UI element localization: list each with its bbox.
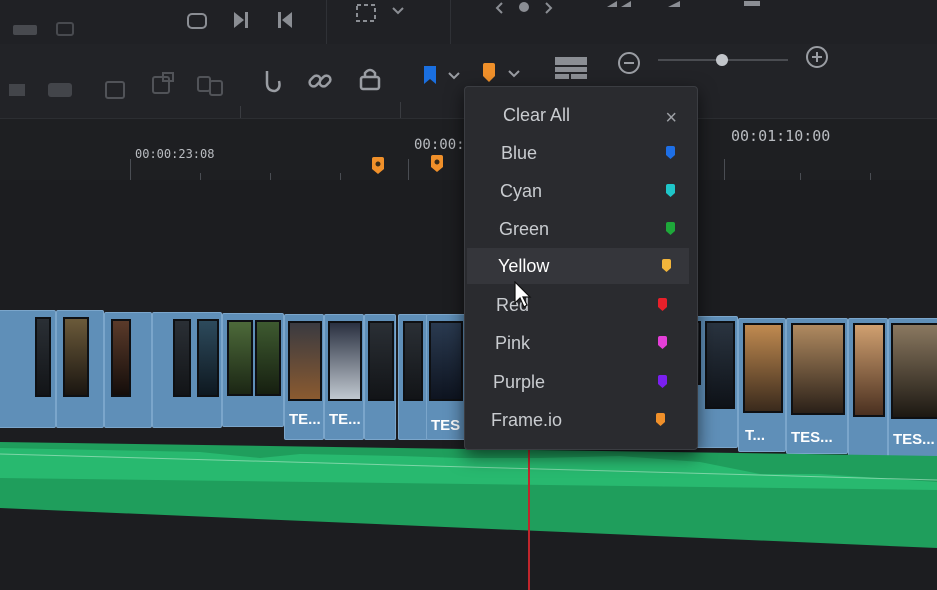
- menu-item-frameio[interactable]: Frame.io: [465, 402, 697, 438]
- menu-item-label: Green: [499, 219, 550, 239]
- skip-back-icon[interactable]: [602, 0, 636, 10]
- playhead-end-icon[interactable]: [230, 8, 252, 32]
- menu-item-label: Blue: [501, 143, 538, 163]
- stop-icon[interactable]: [740, 0, 764, 8]
- select-mode-icon[interactable]: [4, 74, 30, 102]
- trim-mode-icon[interactable]: [46, 78, 74, 102]
- zoom-slider[interactable]: [656, 54, 790, 66]
- menu-item-green[interactable]: Green: [465, 211, 697, 247]
- timeline-marker[interactable]: [430, 155, 444, 173]
- menu-item-label: Yellow: [498, 256, 550, 276]
- link-icon[interactable]: [306, 66, 334, 96]
- video-clip[interactable]: [152, 312, 222, 428]
- zoom-out-icon[interactable]: [616, 50, 642, 76]
- video-clip[interactable]: [222, 313, 284, 427]
- green-marker-icon: [666, 222, 675, 235]
- menu-item-label: Purple: [493, 372, 546, 392]
- marker-color-menu: Clear All × Blue Cyan Green Yellow Red P…: [464, 86, 698, 450]
- zoom-in-icon[interactable]: [804, 44, 830, 70]
- video-clip[interactable]: TE...: [324, 314, 364, 440]
- timeline-marker[interactable]: [371, 157, 385, 175]
- blue-marker-icon: [666, 146, 675, 159]
- timecode-label: 00:01:10:00: [731, 127, 831, 145]
- flag-chevron-down-icon[interactable]: [444, 66, 464, 86]
- pink-marker-icon: [658, 336, 667, 349]
- transport-bar: [0, 0, 937, 44]
- insert-clip-icon[interactable]: [100, 76, 130, 106]
- frameio-marker-icon: [656, 413, 665, 426]
- prev-next-nav-icon[interactable]: [492, 0, 556, 16]
- marker-chevron-down-icon[interactable]: [504, 64, 524, 84]
- menu-item-label: Cyan: [500, 181, 543, 201]
- playhead[interactable]: [528, 440, 530, 590]
- menu-item-blue[interactable]: Blue: [465, 135, 697, 171]
- menu-item-label: Frame.io: [491, 410, 563, 430]
- go-to-start-icon[interactable]: [274, 8, 296, 32]
- chevron-down-icon[interactable]: [388, 0, 408, 22]
- menu-item-purple[interactable]: Purple: [465, 364, 697, 400]
- overwrite-clip-icon[interactable]: [148, 70, 178, 100]
- transform-icon[interactable]: [184, 8, 210, 34]
- menu-item-yellow[interactable]: Yellow: [467, 248, 689, 284]
- video-clip[interactable]: TE...: [284, 314, 324, 440]
- video-clip[interactable]: [104, 312, 152, 428]
- menu-item-clear-all[interactable]: Clear All ×: [465, 97, 697, 133]
- crop-icon[interactable]: [352, 0, 380, 26]
- video-clip[interactable]: [398, 314, 428, 440]
- clip-label: TE...: [289, 411, 321, 428]
- loop-icon[interactable]: [52, 16, 78, 42]
- red-marker-icon: [658, 298, 667, 311]
- menu-item-label: Clear All: [503, 105, 571, 125]
- video-clip[interactable]: TES: [426, 314, 466, 440]
- lock-icon[interactable]: [356, 64, 384, 94]
- snapping-icon[interactable]: [258, 66, 286, 96]
- trim-icon[interactable]: [12, 20, 38, 40]
- video-clip[interactable]: [56, 310, 104, 428]
- mouse-cursor-icon: [514, 281, 532, 308]
- menu-item-pink[interactable]: Pink: [465, 325, 697, 361]
- timecode-label: 00:00:23:08: [135, 147, 215, 161]
- menu-item-red[interactable]: Red: [465, 287, 697, 323]
- close-icon[interactable]: ×: [665, 107, 677, 130]
- yellow-marker-icon: [662, 259, 671, 272]
- marker-icon[interactable]: [478, 60, 500, 86]
- replace-clip-icon[interactable]: [194, 70, 226, 102]
- clip-label: TE...: [329, 411, 361, 428]
- menu-item-cyan[interactable]: Cyan: [465, 173, 697, 209]
- video-clip[interactable]: [0, 310, 56, 428]
- layout-icon[interactable]: [552, 54, 590, 82]
- cyan-marker-icon: [666, 184, 675, 197]
- play-reverse-icon[interactable]: [664, 0, 684, 10]
- purple-marker-icon: [658, 375, 667, 388]
- menu-item-label: Pink: [495, 333, 531, 353]
- flag-icon[interactable]: [418, 62, 442, 88]
- video-clip[interactable]: [364, 314, 396, 440]
